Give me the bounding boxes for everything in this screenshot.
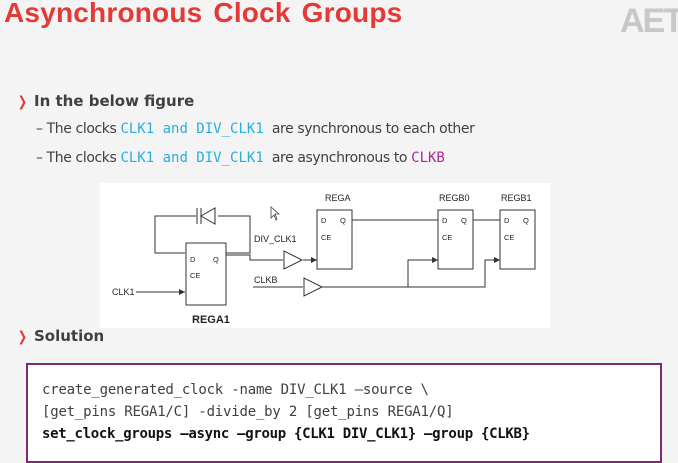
regb1-pin-q: Q [523,216,529,225]
bullet-dash: – The clocks [36,150,121,166]
section-heading-figure: ❯ In the below figure [16,92,194,110]
code-line-3: set_clock_groups –async –group {CLK1 DIV… [42,426,530,442]
label-regb0: REGB0 [439,193,470,203]
code-line-2: [get_pins REGA1/C] -divide_by 2 [get_pin… [42,404,454,420]
bullet-synchronous: – The clocks CLK1 and DIV_CLK1 are synch… [36,121,475,137]
regb0-pin-q: Q [461,216,467,225]
bullet-text: are synchronous to each other [271,121,475,137]
slide-title: Asynchronous Clock Groups [4,0,403,28]
label-rega1: REGA1 [192,314,230,326]
label-clk1: CLK1 [112,287,135,297]
code-block: create_generated_clock -name DIV_CLK1 –s… [26,363,662,463]
label-rega: REGA [325,193,351,203]
label-clkb: CLKB [254,275,278,285]
rega1-pin-d: D [190,255,196,264]
bullet-clock-names: CLK1 and DIV_CLK1 [120,150,264,166]
bullet-clock-names: CLK1 and DIV_CLK1 [120,121,264,137]
bullet-dash: – The clocks [36,121,121,137]
chevron-right-icon: ❯ [17,94,28,110]
rega-pin-d: D [321,216,327,225]
regb0-pin-d: D [442,216,448,225]
regb1-pin-d: D [504,216,510,225]
rega1-pin-q: Q [213,255,219,264]
section-heading-solution: ❯ Solution [16,327,104,345]
section-heading-solution-label: Solution [34,327,105,345]
rega-pin-ce: CE [321,233,331,242]
bullet-target-clock: CLKB [411,150,445,166]
bullet-asynchronous: – The clocks CLK1 and DIV_CLK1 are async… [36,150,445,166]
chevron-right-icon: ❯ [17,329,28,345]
clock-circuit-diagram: D Q CE D Q CE D Q CE D Q CE REGA REGB0 R… [100,183,550,328]
regb1-pin-ce: CE [504,233,514,242]
label-div-clk1: DIV_CLK1 [254,234,297,244]
bullet-text: are asynchronous to [271,150,412,166]
section-heading-figure-label: In the below figure [34,92,195,110]
code-line-1: create_generated_clock -name DIV_CLK1 –s… [42,382,429,398]
rega1-pin-ce: CE [190,271,200,280]
rega-pin-q: Q [340,216,346,225]
aet-logo: AET [620,2,678,40]
regb0-pin-ce: CE [442,233,452,242]
label-regb1: REGB1 [501,193,532,203]
